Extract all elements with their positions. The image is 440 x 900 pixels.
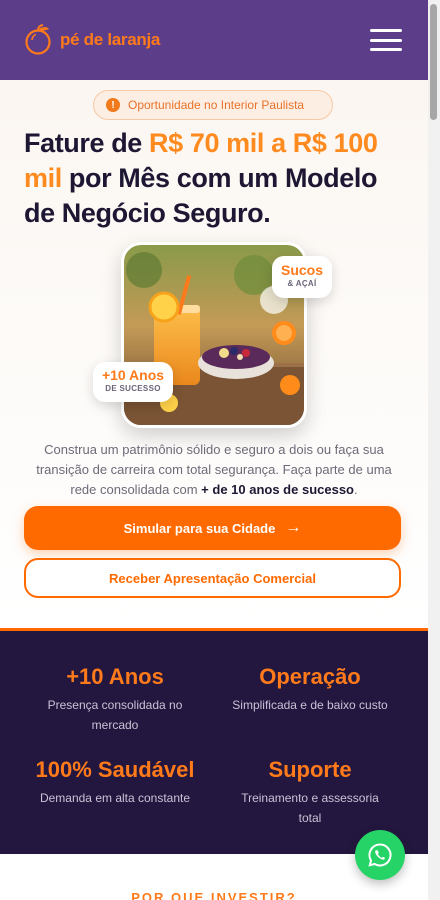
hamburger-menu-icon[interactable]	[370, 29, 402, 51]
stat-item: Suporte Treinamento e assessoria total	[215, 756, 405, 828]
page-scrollbar[interactable]	[428, 0, 440, 900]
stats-section: +10 Anos Presença consolidada no mercado…	[0, 628, 428, 854]
stat-desc: Treinamento e assessoria total	[241, 791, 379, 825]
site-header: pé de laranja	[0, 0, 428, 80]
info-icon: !	[106, 98, 120, 112]
description-highlight: + de 10 anos de sucesso	[201, 482, 354, 497]
whatsapp-button[interactable]	[355, 830, 405, 880]
stat-title: Suporte	[268, 757, 352, 782]
arrow-right-icon: →	[285, 519, 302, 536]
stat-desc: Demanda em alta constante	[39, 791, 191, 805]
hero-headline: Fature de R$ 70 mil a R$ 100 mil por Mês…	[24, 128, 378, 228]
simulate-city-label: Simular para sua Cidade	[123, 520, 276, 536]
simulate-city-button[interactable]: Simular para sua Cidade →	[24, 506, 401, 550]
stat-item: +10 Anos Presença consolidada no mercado	[20, 663, 210, 735]
years-chip: +10 Anos DE SUCESSO	[93, 362, 173, 402]
stat-desc: Presença consolidada no mercado	[47, 698, 183, 732]
commercial-presentation-label: Receber Apresentação Comercial	[109, 570, 316, 586]
commercial-presentation-button[interactable]: Receber Apresentação Comercial	[24, 558, 401, 598]
stat-desc: Simplificada e de baixo custo	[232, 698, 388, 712]
stat-item: Operação Simplificada e de baixo custo	[215, 663, 405, 715]
logo-text: pé de laranja	[60, 30, 161, 49]
logo[interactable]: pé de laranja	[24, 24, 160, 56]
hero-section: ! Oportunidade no Interior Paulista Fatu…	[0, 80, 428, 628]
stat-title: +10 Anos	[66, 664, 164, 689]
stat-title: 100% Saudável	[35, 757, 195, 782]
location-badge: ! Oportunidade no Interior Paulista	[93, 90, 333, 120]
stat-title: Operação	[259, 664, 361, 689]
section-title: POR QUE INVESTIR?	[131, 890, 297, 900]
stat-item: 100% Saudável Demanda em alta constante	[20, 756, 210, 808]
orange-icon	[25, 24, 51, 55]
hero-description: Construa um patrimônio sólido e seguro a…	[36, 442, 392, 497]
whatsapp-icon	[368, 843, 392, 867]
badge-text: Oportunidade no Interior Paulista	[128, 98, 305, 112]
sucos-chip: Sucos & AÇAÍ	[272, 256, 332, 298]
scrollbar-thumb[interactable]	[430, 4, 437, 120]
